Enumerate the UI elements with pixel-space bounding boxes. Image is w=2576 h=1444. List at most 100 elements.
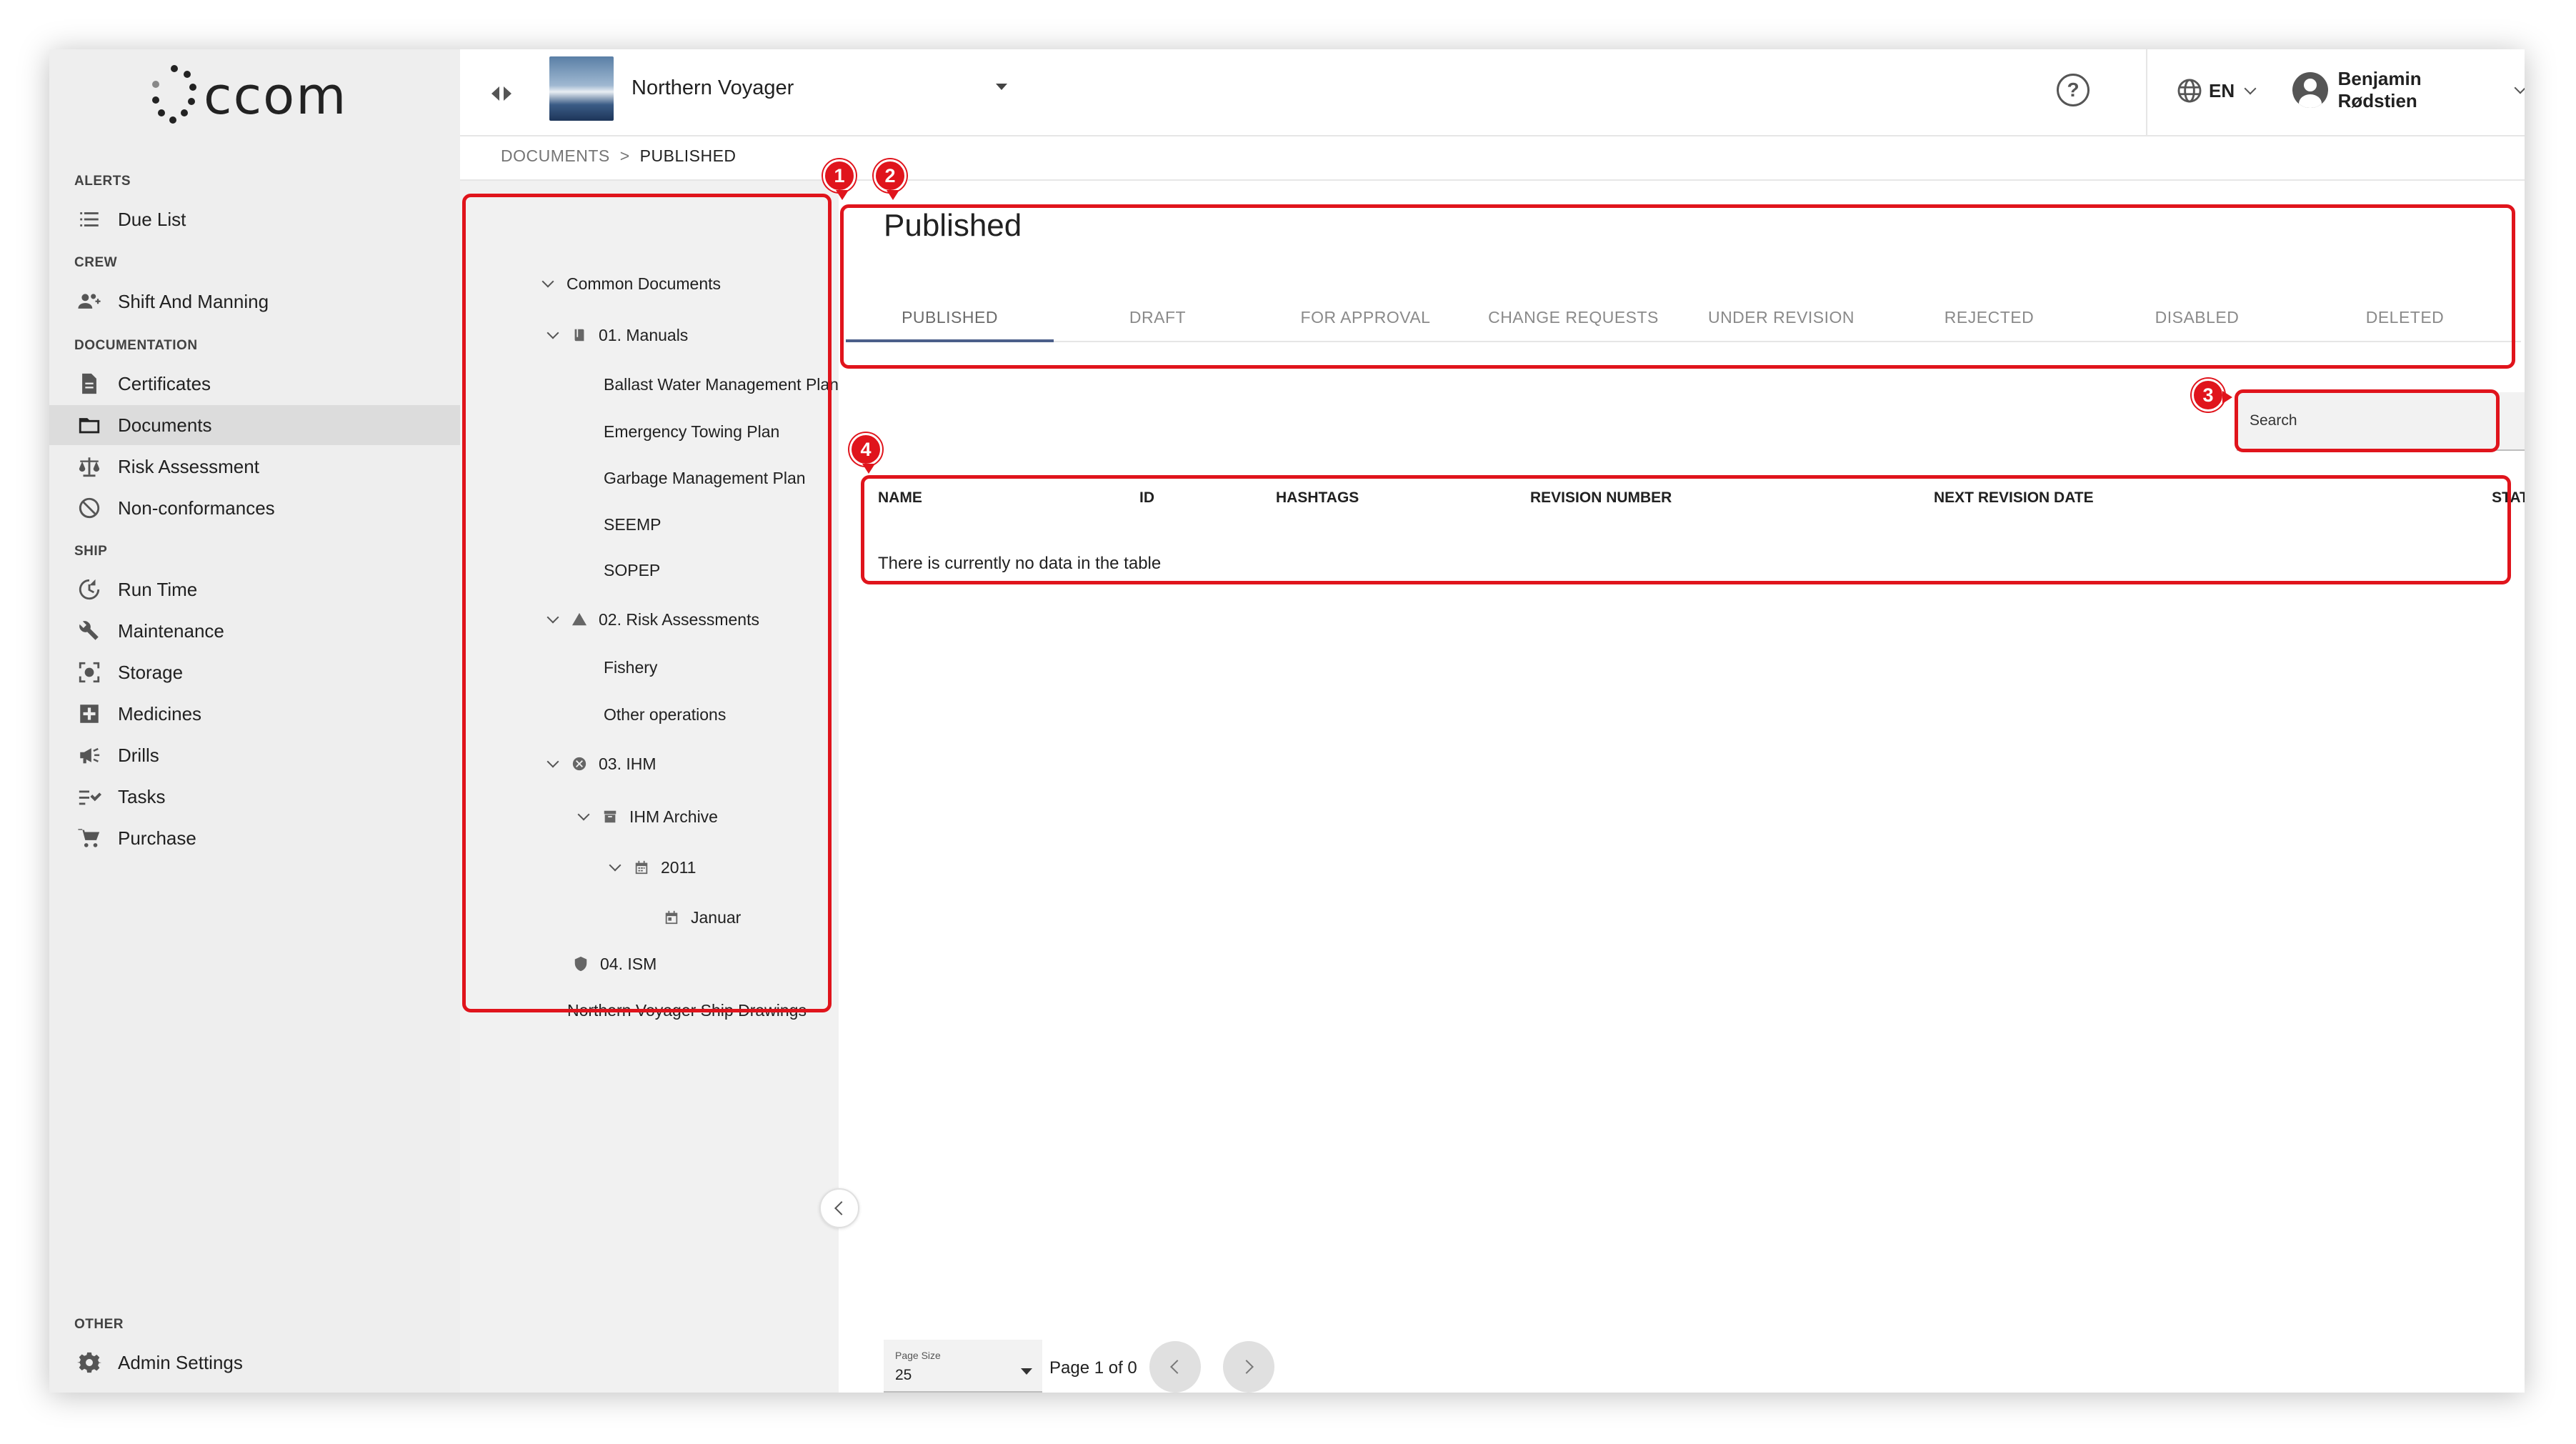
sidebar-item-label: Admin Settings: [118, 1351, 243, 1373]
tree-item-03-ihm[interactable]: 03. IHM: [546, 750, 657, 778]
breadcrumb-root[interactable]: DOCUMENTS: [501, 146, 610, 165]
next-page-button[interactable]: [1223, 1341, 1274, 1393]
tab-rejected[interactable]: REJECTED: [1885, 292, 2093, 341]
sidebar-item-label: Maintenance: [118, 619, 224, 642]
nav-section-ship: SHIP: [74, 544, 108, 559]
sidebar-item-label: Documents: [118, 414, 212, 436]
chevron-down-icon[interactable]: [546, 755, 559, 768]
sidebar-item-medicines[interactable]: Medicines: [49, 694, 460, 734]
sidebar-item-documents[interactable]: Documents: [49, 405, 460, 445]
topbar-divider: [2146, 49, 2147, 136]
user-menu[interactable]: Benjamin Rødstien: [2292, 68, 2525, 111]
collapse-tree-button[interactable]: [819, 1188, 859, 1228]
sidebar: ccom ALERTS Due List CREW Shift And Mann…: [49, 49, 460, 1393]
sidebar-item-purchase[interactable]: Purchase: [49, 818, 460, 858]
book-icon: [571, 327, 587, 343]
chevron-down-icon[interactable]: [609, 859, 621, 872]
page-size-label: Page Size: [895, 1350, 941, 1361]
sidebar-item-non-conformances[interactable]: Non-conformances: [49, 488, 460, 528]
tree-item-seemp[interactable]: SEEMP: [604, 510, 662, 539]
ship-selector-caret-icon[interactable]: [996, 84, 1007, 90]
nav-section-other: OTHER: [74, 1317, 124, 1332]
tree-item-sopep[interactable]: SOPEP: [604, 556, 660, 584]
logo[interactable]: ccom: [149, 64, 364, 128]
sidebar-item-label: Storage: [118, 661, 184, 683]
sidebar-item-label: Medicines: [118, 702, 202, 725]
tree-item-02-risk-assessments[interactable]: 02. Risk Assessments: [546, 605, 759, 634]
sidebar-item-due-list[interactable]: Due List: [49, 199, 460, 239]
column-header-hashtags[interactable]: HASHTAGS: [1276, 489, 1359, 507]
sidebar-item-label: Purchase: [118, 827, 196, 849]
tab-change-requests[interactable]: CHANGE REQUESTS: [1469, 292, 1677, 341]
sidebar-item-certificates[interactable]: Certificates: [49, 364, 460, 404]
tree-item-label: SEEMP: [604, 514, 662, 534]
column-header-revision-number[interactable]: REVISION NUMBER: [1530, 489, 1672, 507]
tree-item-ihm-archive[interactable]: IHM Archive: [577, 802, 718, 831]
chevron-down-icon[interactable]: [546, 327, 559, 339]
calendar-icon: [634, 860, 649, 875]
tab-deleted[interactable]: DELETED: [2301, 292, 2509, 341]
page-size-value: 25: [895, 1367, 912, 1383]
tree-item-01-manuals[interactable]: 01. Manuals: [546, 321, 688, 349]
tree-item-label: 04. ISM: [600, 954, 657, 973]
tree-item-other-operations[interactable]: Other operations: [604, 700, 726, 729]
top-bar: Northern Voyager ? EN Benjamin Rødstien: [460, 49, 2525, 136]
chevron-down-icon[interactable]: [546, 611, 559, 624]
tab-disabled[interactable]: DISABLED: [2093, 292, 2301, 341]
sidebar-item-storage[interactable]: Storage: [49, 652, 460, 692]
column-header-name[interactable]: NAME: [878, 489, 922, 507]
sidebar-item-risk-assessment[interactable]: Risk Assessment: [49, 447, 460, 487]
page-size-select[interactable]: Page Size 25: [884, 1340, 1042, 1393]
sidebar-item-label: Due List: [118, 208, 186, 230]
sidebar-item-label: Non-conformances: [118, 497, 275, 519]
gear-icon: [75, 1348, 104, 1377]
column-header-status[interactable]: STATUS: [2492, 489, 2525, 507]
ship-thumbnail: [549, 56, 614, 121]
tab-published[interactable]: PUBLISHED: [846, 292, 1054, 342]
sidebar-item-maintenance[interactable]: Maintenance: [49, 611, 460, 651]
tree-item-label: 02. Risk Assessments: [599, 609, 759, 629]
ship-selector-label[interactable]: Northern Voyager: [631, 76, 794, 100]
tab-under-revision[interactable]: UNDER REVISION: [1677, 292, 1885, 341]
chevron-left-icon: [1170, 1360, 1184, 1374]
tree-item-garbage-management-plan[interactable]: Garbage Management Plan: [604, 464, 806, 492]
tree-item-label: Northern Voyager Ship Drawings: [567, 1000, 807, 1020]
sidebar-item-label: Drills: [118, 744, 159, 766]
tree-item-2011[interactable]: 2011: [609, 853, 697, 882]
toggle-sidebar-icon[interactable]: [487, 79, 516, 108]
tree-item-fishery[interactable]: Fishery: [604, 653, 657, 682]
tree-item-label: SOPEP: [604, 560, 661, 579]
chevron-down-icon: [2244, 82, 2257, 95]
annotation-badge-3: 3: [2192, 379, 2232, 412]
chevron-down-icon[interactable]: [577, 808, 590, 821]
tree-item-label: 2011: [661, 857, 697, 877]
sidebar-item-drills[interactable]: Drills: [49, 735, 460, 775]
search-input[interactable]: [2248, 412, 2525, 430]
search-field[interactable]: [2237, 392, 2525, 451]
tree-item-northern-voyager-ship-drawings[interactable]: Northern Voyager Ship Drawings: [567, 996, 807, 1025]
user-name: Benjamin Rødstien: [2337, 68, 2422, 111]
tree-item-ballast-water-management-plan[interactable]: Ballast Water Management Plan: [604, 370, 839, 399]
tab-for-approval[interactable]: FOR APPROVAL: [1262, 292, 1469, 341]
tree-item-label: Garbage Management Plan: [604, 468, 806, 487]
tree-item-emergency-towing-plan[interactable]: Emergency Towing Plan: [604, 417, 779, 446]
nav-section-alerts: ALERTS: [74, 174, 131, 189]
sidebar-item-shift-and-manning[interactable]: Shift And Manning: [49, 282, 460, 322]
chevron-down-icon[interactable]: [541, 275, 554, 288]
logo-text: ccom: [204, 66, 348, 126]
sidebar-item-admin-settings[interactable]: Admin Settings: [49, 1343, 460, 1383]
previous-page-button[interactable]: [1149, 1341, 1201, 1393]
tree-item-label: Emergency Towing Plan: [604, 422, 780, 441]
tab-draft[interactable]: DRAFT: [1054, 292, 1262, 341]
column-header-id[interactable]: ID: [1139, 489, 1154, 507]
sidebar-item-tasks[interactable]: Tasks: [49, 777, 460, 817]
tree-item-label: Common Documents: [566, 274, 722, 293]
tree-item-04-ism[interactable]: 04. ISM: [573, 950, 657, 978]
help-button[interactable]: ?: [2057, 74, 2090, 106]
language-selector[interactable]: EN: [2176, 75, 2257, 106]
column-header-next-revision-date[interactable]: NEXT REVISION DATE: [1934, 489, 2094, 507]
sidebar-item-run-time[interactable]: Run Time: [49, 569, 460, 609]
page-info: Page 1 of 0: [1049, 1358, 1137, 1378]
tree-item-januar[interactable]: Januar: [664, 903, 741, 932]
tree-item-common-documents[interactable]: Common Documents: [541, 269, 722, 298]
